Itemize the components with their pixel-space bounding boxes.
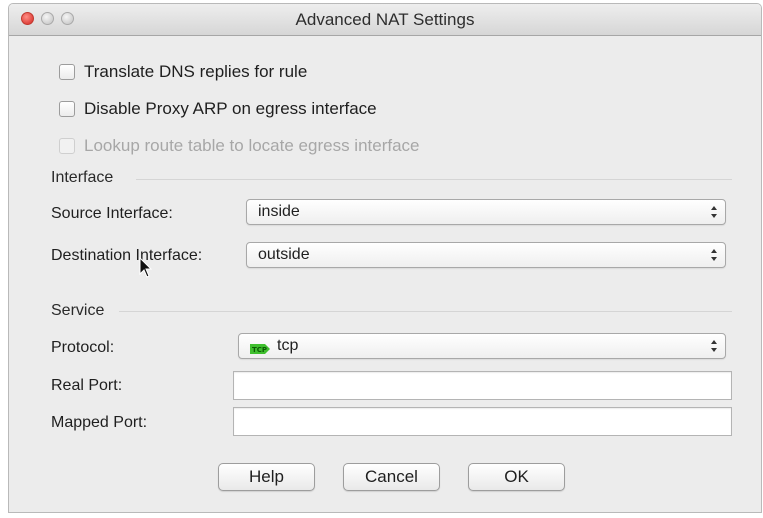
- service-divider: [119, 311, 732, 312]
- lookup-route-checkbox: [59, 138, 75, 154]
- protocol-label: Protocol:: [51, 339, 115, 356]
- advanced-nat-settings-dialog: Advanced NAT Settings Translate DNS repl…: [8, 3, 762, 513]
- translate-dns-checkbox[interactable]: [59, 64, 75, 80]
- mapped-port-label: Mapped Port:: [51, 414, 148, 431]
- protocol-select[interactable]: TCP tcp: [238, 333, 726, 359]
- disable-proxy-arp-label: Disable Proxy ARP on egress interface: [84, 99, 377, 118]
- translate-dns-option[interactable]: Translate DNS replies for rule: [59, 60, 307, 84]
- source-interface-value: inside: [258, 203, 300, 220]
- window-title: Advanced NAT Settings: [295, 10, 475, 29]
- mapped-port-input[interactable]: [233, 407, 732, 436]
- destination-interface-label: Destination Interface:: [51, 247, 203, 264]
- real-port-label: Real Port:: [51, 377, 123, 394]
- svg-text:TCP: TCP: [252, 346, 267, 354]
- disable-proxy-arp-option[interactable]: Disable Proxy ARP on egress interface: [59, 97, 377, 121]
- interface-divider: [136, 179, 732, 180]
- tcp-protocol-icon: TCP: [250, 341, 270, 354]
- real-port-input[interactable]: [233, 371, 732, 400]
- mouse-pointer-icon: [139, 256, 153, 279]
- translate-dns-label: Translate DNS replies for rule: [84, 62, 308, 81]
- title-bar[interactable]: Advanced NAT Settings: [9, 4, 761, 36]
- source-interface-select[interactable]: inside: [246, 199, 726, 225]
- interface-section-title: Interface: [51, 169, 114, 186]
- lookup-route-option: Lookup route table to locate egress inte…: [59, 134, 420, 158]
- cancel-button[interactable]: Cancel: [343, 463, 440, 491]
- protocol-value: tcp: [277, 337, 299, 354]
- ok-button[interactable]: OK: [468, 463, 565, 491]
- help-button[interactable]: Help: [218, 463, 315, 491]
- destination-interface-value: outside: [258, 246, 310, 263]
- service-section-title: Service: [51, 302, 105, 319]
- source-interface-label: Source Interface:: [51, 205, 173, 222]
- select-arrows-icon: [710, 203, 718, 221]
- lookup-route-label: Lookup route table to locate egress inte…: [84, 136, 420, 155]
- destination-interface-select[interactable]: outside: [246, 242, 726, 268]
- select-arrows-icon: [710, 246, 718, 264]
- disable-proxy-arp-checkbox[interactable]: [59, 101, 75, 117]
- select-arrows-icon: [710, 337, 718, 355]
